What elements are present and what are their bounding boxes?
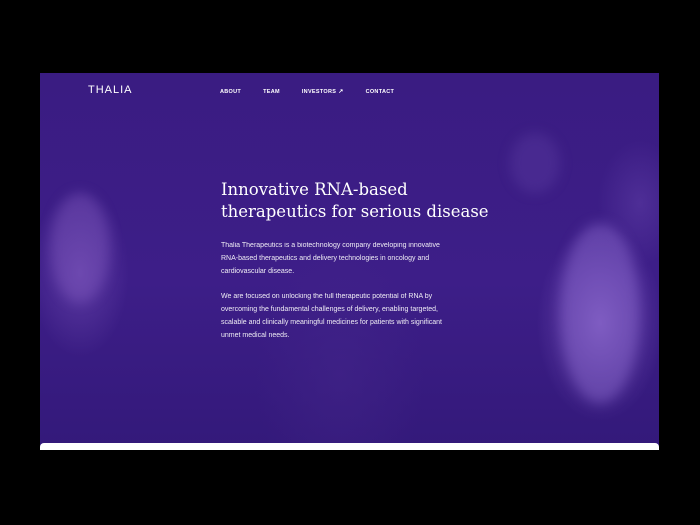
nav-item-contact[interactable]: CONTACT [366,88,395,95]
top-navigation: THALIA ABOUT TEAM INVESTORS ↗ CONTACT [40,73,659,109]
hero-paragraph-intro: Thalia Therapeutics is a biotechnology c… [221,242,440,275]
nav-item-investors[interactable]: INVESTORS ↗ [301,88,344,96]
brand-logo[interactable]: THALIA [88,84,133,96]
nav-menu: ABOUT TEAM INVESTORS ↗ CONTACT [220,88,416,96]
hero-headline-line1: Innovative RNA-based [221,180,408,199]
hero-headline-line2: therapeutics for serious disease [221,202,489,221]
nav-item-team[interactable]: TEAM [263,88,280,95]
hero-headline: Innovative RNA-based therapeutics for se… [221,179,511,223]
external-link-icon: ↗ [338,89,344,95]
hero-section: Innovative RNA-based therapeutics for se… [221,179,511,342]
website-frame: THALIA ABOUT TEAM INVESTORS ↗ CONTACT In… [40,73,659,450]
next-section-edge [40,443,659,450]
hero-paragraph-mission: We are focused on unlocking the full the… [221,293,443,339]
nav-item-investors-label: INVESTORS [301,88,337,95]
nav-item-about[interactable]: ABOUT [220,88,241,95]
